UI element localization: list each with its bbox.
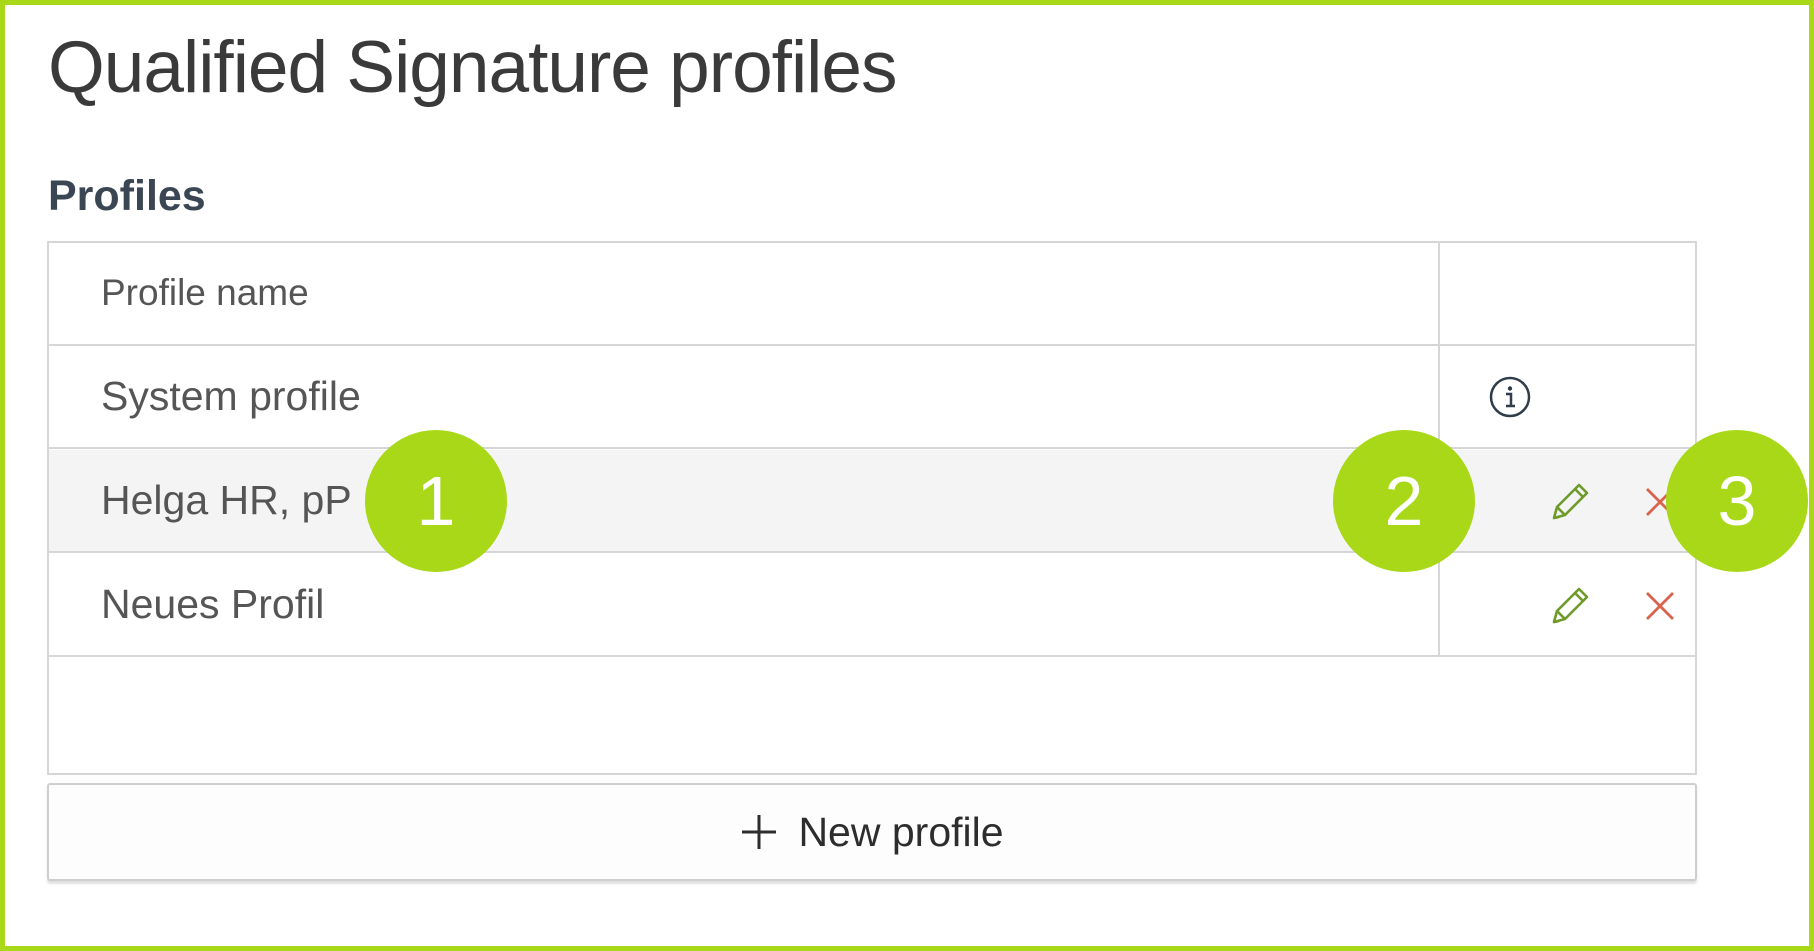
profile-name: Neues Profil — [101, 581, 325, 627]
callout-badge-2: 2 — [1333, 430, 1475, 572]
delete-icon[interactable] — [1643, 589, 1677, 623]
table-header-row: Profile name — [49, 243, 1695, 346]
info-icon[interactable] — [1488, 375, 1532, 419]
table-row[interactable]: Neues Profil — [49, 554, 1695, 657]
page-title: Qualified Signature profiles — [48, 27, 897, 108]
edit-icon[interactable] — [1546, 480, 1592, 526]
table-row[interactable]: System profile — [49, 346, 1695, 449]
callout-badge-1: 1 — [365, 430, 507, 572]
profile-name: Helga HR, pP — [101, 477, 352, 523]
section-title: Profiles — [48, 172, 206, 220]
column-header-profile-name: Profile name — [101, 272, 309, 313]
new-profile-label: New profile — [798, 808, 1004, 855]
callout-badge-3: 3 — [1666, 430, 1808, 572]
new-profile-button[interactable]: New profile — [47, 783, 1697, 881]
plus-icon — [742, 815, 777, 849]
profile-name: System profile — [101, 373, 361, 419]
edit-icon[interactable] — [1546, 584, 1592, 630]
